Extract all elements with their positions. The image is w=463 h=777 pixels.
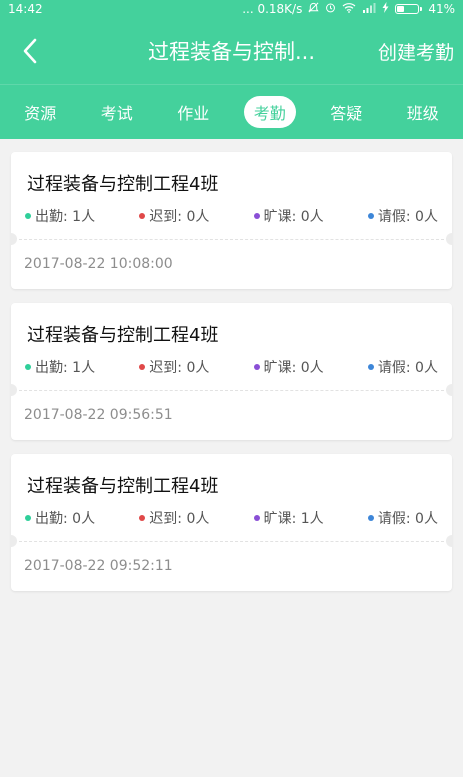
stat-leave: 请假: 0人 <box>367 206 438 226</box>
present-dot-icon <box>25 515 31 521</box>
card-timestamp: 2017-08-22 09:56:51 <box>24 407 173 423</box>
stat-present: 出勤: 1人 <box>25 357 95 377</box>
page-title: 过程装备与控制... <box>147 40 316 64</box>
attendance-card[interactable]: 过程装备与控制工程4班 出勤: 1人 迟到: 0人 旷课: 0人 请假: 0人 … <box>11 303 452 440</box>
status-indicators: ... 0.18K/s 41% <box>242 2 455 16</box>
wifi-icon <box>342 2 356 16</box>
card-divider <box>19 239 444 240</box>
back-button[interactable] <box>0 18 60 84</box>
status-bar: 14:42 ... 0.18K/s 41% <box>0 0 463 18</box>
attendance-stats: 出勤: 0人 迟到: 0人 旷课: 1人 请假: 0人 <box>25 508 438 528</box>
card-notch-right <box>446 384 452 396</box>
card-notch-left <box>11 384 17 396</box>
card-divider <box>19 541 444 542</box>
present-dot-icon <box>25 213 31 219</box>
absent-dot-icon <box>253 364 260 370</box>
late-dot-icon <box>139 515 146 521</box>
attendance-stats: 出勤: 1人 迟到: 0人 旷课: 0人 请假: 0人 <box>25 357 438 377</box>
stat-late: 迟到: 0人 <box>139 508 209 528</box>
leave-dot-icon <box>367 515 374 521</box>
tab-resources[interactable]: 资源 <box>14 96 66 128</box>
stat-absent: 旷课: 0人 <box>253 357 324 377</box>
tab-attendance[interactable]: 考勤 <box>243 96 296 128</box>
card-timestamp: 2017-08-22 09:52:11 <box>24 558 173 574</box>
tab-qa[interactable]: 答疑 <box>320 96 372 128</box>
charging-icon <box>382 2 389 16</box>
stat-absent: 旷课: 0人 <box>253 206 324 226</box>
network-speed: ... 0.18K/s <box>242 2 303 16</box>
card-notch-left <box>11 535 17 547</box>
card-class-name: 过程装备与控制工程4班 <box>27 476 219 497</box>
stat-leave: 请假: 0人 <box>367 357 438 377</box>
attendance-list: 过程装备与控制工程4班 出勤: 1人 迟到: 0人 旷课: 0人 请假: 0人 … <box>0 139 463 591</box>
stat-leave: 请假: 0人 <box>367 508 438 528</box>
tab-bar: 资源 考试 作业 考勤 答疑 班级 <box>0 84 463 139</box>
app-header-region: 14:42 ... 0.18K/s 41% 过程装备与控制... 创建考勤 资源… <box>0 0 463 139</box>
attendance-card[interactable]: 过程装备与控制工程4班 出勤: 0人 迟到: 0人 旷课: 1人 请假: 0人 … <box>11 454 452 591</box>
tab-exams[interactable]: 考试 <box>91 96 143 128</box>
attendance-card[interactable]: 过程装备与控制工程4班 出勤: 1人 迟到: 0人 旷课: 0人 请假: 0人 … <box>11 152 452 289</box>
tab-homework[interactable]: 作业 <box>167 96 219 128</box>
clock-icon <box>325 2 336 16</box>
card-class-name: 过程装备与控制工程4班 <box>27 325 219 346</box>
leave-dot-icon <box>367 364 374 370</box>
stat-present: 出勤: 1人 <box>25 206 95 226</box>
stat-absent: 旷课: 1人 <box>253 508 324 528</box>
late-dot-icon <box>139 213 146 219</box>
card-notch-right <box>446 535 452 547</box>
top-bar: 过程装备与控制... 创建考勤 <box>0 18 463 84</box>
card-divider <box>19 390 444 391</box>
stat-late: 迟到: 0人 <box>139 357 209 377</box>
card-class-name: 过程装备与控制工程4班 <box>27 174 219 195</box>
card-timestamp: 2017-08-22 10:08:00 <box>24 256 173 272</box>
alarm-off-icon <box>308 2 319 16</box>
stat-late: 迟到: 0人 <box>139 206 209 226</box>
stat-present: 出勤: 0人 <box>25 508 95 528</box>
card-notch-right <box>446 233 452 245</box>
card-notch-left <box>11 233 17 245</box>
present-dot-icon <box>25 364 31 370</box>
absent-dot-icon <box>253 213 260 219</box>
create-attendance-button[interactable]: 创建考勤 <box>378 38 463 65</box>
battery-percent: 41% <box>428 2 455 16</box>
tab-class[interactable]: 班级 <box>397 96 449 128</box>
battery-icon <box>395 4 423 14</box>
attendance-stats: 出勤: 1人 迟到: 0人 旷课: 0人 请假: 0人 <box>25 206 438 226</box>
late-dot-icon <box>139 364 146 370</box>
leave-dot-icon <box>367 213 374 219</box>
absent-dot-icon <box>253 515 260 521</box>
status-time: 14:42 <box>8 2 43 16</box>
chevron-left-icon <box>23 38 37 64</box>
signal-icon <box>362 2 376 16</box>
